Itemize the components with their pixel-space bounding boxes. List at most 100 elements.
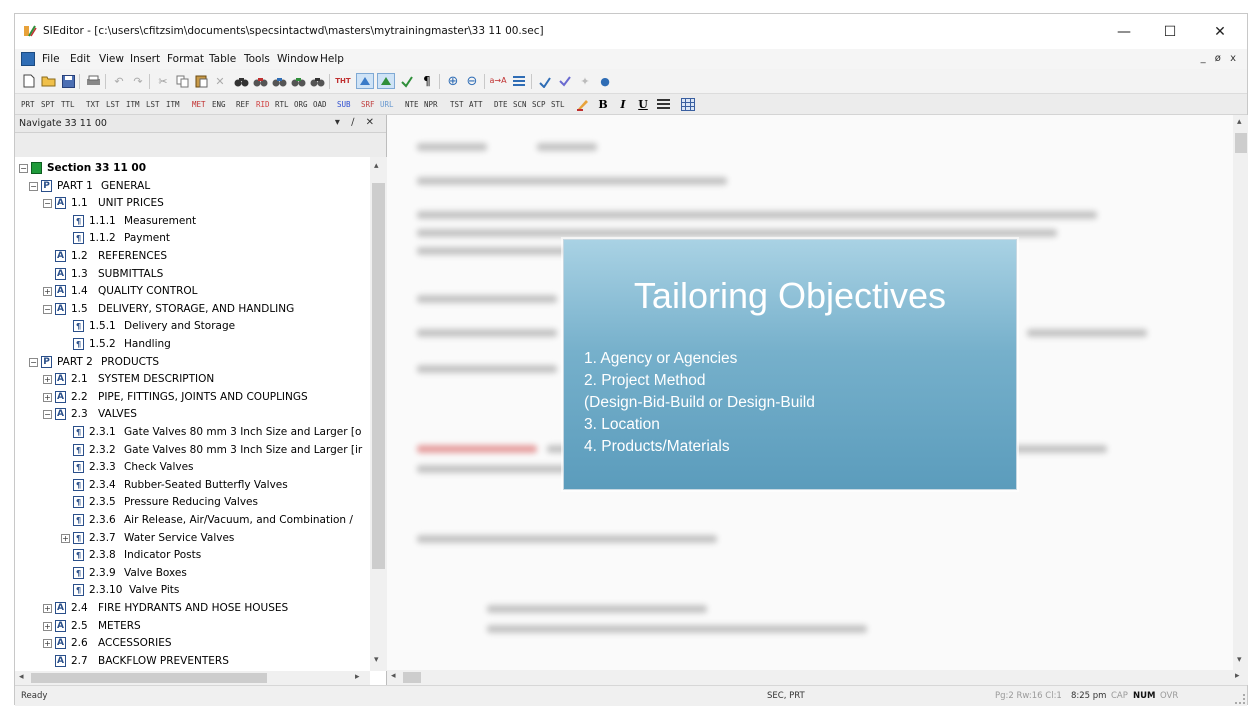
nav-scroll-thumb[interactable] xyxy=(372,183,385,569)
maximize-button[interactable]: ☐ xyxy=(1147,14,1193,49)
tag-ref[interactable]: REF xyxy=(236,100,250,109)
tree-node-para[interactable]: ¶ 1.5.1 Delivery and Storage xyxy=(15,318,370,335)
tree-node-para[interactable]: ¶ 1.1.1 Measurement xyxy=(15,213,370,230)
expand-icon[interactable]: + xyxy=(61,533,70,543)
doc-scroll-down-icon[interactable]: ▾ xyxy=(1237,655,1242,665)
tag-prt[interactable]: PRT xyxy=(21,100,35,109)
sort-icon[interactable]: a→A xyxy=(489,73,506,89)
tree-node-article[interactable]: + A 1.4 QUALITY CONTROL xyxy=(15,283,370,300)
tree-node-article[interactable]: A 2.7 BACKFLOW PREVENTERS xyxy=(15,653,370,670)
tag-dte[interactable]: DTE xyxy=(494,100,508,109)
tree-node-para[interactable]: ¶ 2.3.9 Valve Boxes xyxy=(15,565,370,582)
text-mode-icon[interactable]: THT xyxy=(335,73,351,89)
nav-vertical-scrollbar[interactable]: ▴ ▾ xyxy=(370,157,387,671)
copy-icon[interactable] xyxy=(174,73,190,89)
menu-format[interactable]: Format xyxy=(167,53,204,65)
undo-icon[interactable]: ↶ xyxy=(111,73,127,89)
tag-edit-icon[interactable] xyxy=(377,73,395,89)
tree-node-part[interactable]: − P PART 2 PRODUCTS xyxy=(15,354,370,371)
scroll-left-icon[interactable]: ◂ xyxy=(19,672,24,682)
zoom-out-icon[interactable]: ⊖ xyxy=(464,73,480,89)
tree-node-article[interactable]: A 1.2 REFERENCES xyxy=(15,248,370,265)
tree-node-para[interactable]: ¶ 1.5.2 Handling xyxy=(15,336,370,353)
tree-node-para[interactable]: ¶ 2.3.5 Pressure Reducing Valves xyxy=(15,494,370,511)
tree-node-section[interactable]: − Section 33 11 00 xyxy=(15,160,370,177)
find-icon[interactable] xyxy=(233,73,249,89)
tag-ttl[interactable]: TTL xyxy=(61,100,75,109)
find-next-icon[interactable] xyxy=(252,73,268,89)
spell-abc-icon[interactable] xyxy=(537,73,553,89)
collapse-icon[interactable]: − xyxy=(43,199,52,209)
add-icon[interactable]: ✦ xyxy=(577,73,593,89)
menu-edit[interactable]: Edit xyxy=(70,53,90,65)
tree-node-para[interactable]: ¶ 2.3.1 Gate Valves 80 mm 3 Inch Size and … xyxy=(15,424,370,441)
collapse-icon[interactable]: − xyxy=(19,164,28,173)
redo-icon[interactable]: ↷ xyxy=(130,73,146,89)
menu-help[interactable]: Help xyxy=(320,53,344,65)
new-file-icon[interactable] xyxy=(21,73,37,89)
tree-node-article[interactable]: A 1.3 SUBMITTALS xyxy=(15,266,370,283)
expand-icon[interactable]: + xyxy=(43,621,52,631)
tag-lst-2[interactable]: LST xyxy=(146,100,160,109)
document-icon[interactable] xyxy=(21,52,35,66)
help-icon[interactable]: ● xyxy=(597,73,613,89)
tree-node-article[interactable]: − A 1.1 UNIT PRICES xyxy=(15,195,370,212)
tree-node-para[interactable]: ¶ 1.1.2 Payment xyxy=(15,230,370,247)
tree-node-part[interactable]: − P PART 1 GENERAL xyxy=(15,178,370,195)
tag-rid[interactable]: RID xyxy=(256,100,270,109)
open-folder-icon[interactable] xyxy=(40,73,56,89)
tag-oad[interactable]: OAD xyxy=(313,100,327,109)
doc-hscroll-thumb[interactable] xyxy=(403,672,421,683)
expand-icon[interactable]: + xyxy=(43,375,52,385)
tag-spt[interactable]: SPT xyxy=(41,100,55,109)
table-grid-icon[interactable] xyxy=(680,96,696,112)
tag-org[interactable]: ORG xyxy=(294,100,308,109)
tag-view-icon[interactable] xyxy=(356,73,374,89)
menu-table[interactable]: Table xyxy=(209,53,236,65)
tree-node-para[interactable]: ¶ 2.3.8 Indicator Posts xyxy=(15,547,370,564)
pane-controls[interactable]: ▾ ∕ ✕ xyxy=(335,117,378,128)
align-icon[interactable] xyxy=(655,96,671,112)
tag-rtl[interactable]: RTL xyxy=(275,100,289,109)
tag-scn[interactable]: SCN xyxy=(513,100,527,109)
collapse-icon[interactable]: − xyxy=(43,410,52,420)
tree-node-article[interactable]: − A 1.5 DELIVERY, STORAGE, AND HANDLING xyxy=(15,301,370,318)
cut-icon[interactable]: ✂ xyxy=(155,73,171,89)
close-button[interactable]: ✕ xyxy=(1197,14,1243,49)
nav-hscroll-thumb[interactable] xyxy=(31,673,267,683)
pilcrow-icon[interactable]: ¶ xyxy=(419,73,435,89)
doc-scroll-left-icon[interactable]: ◂ xyxy=(391,671,396,681)
italic-icon[interactable]: I xyxy=(615,96,631,112)
scroll-right-icon[interactable]: ▸ xyxy=(355,672,360,682)
tree-node-para[interactable]: ¶ 2.3.6 Air Release, Air/Vacuum, and Combi… xyxy=(15,512,370,529)
zoom-in-icon[interactable]: ⊕ xyxy=(445,73,461,89)
menu-file[interactable]: File xyxy=(42,53,60,65)
document-horizontal-scrollbar[interactable]: ◂ ▸ xyxy=(387,670,1248,685)
tag-att[interactable]: ATT xyxy=(469,100,483,109)
paste-icon[interactable] xyxy=(193,73,209,89)
tree-node-article[interactable]: − A 2.3 VALVES xyxy=(15,406,370,423)
menu-tools[interactable]: Tools xyxy=(244,53,270,65)
outline-tree[interactable]: − Section 33 11 00− P PART 1 GENERAL − A 1.1 UNI… xyxy=(15,157,370,671)
tag-nte[interactable]: NTE xyxy=(405,100,419,109)
underline-icon[interactable]: U xyxy=(635,96,651,112)
spell-check-icon[interactable] xyxy=(557,73,573,89)
tree-node-para[interactable]: ¶ 2.3.10 Valve Pits xyxy=(15,582,370,599)
expand-icon[interactable]: + xyxy=(43,392,52,402)
document-vertical-scrollbar[interactable]: ▴ ▾ xyxy=(1233,115,1248,670)
spellcheck-icon[interactable] xyxy=(399,73,415,89)
tree-node-article[interactable]: + A 2.1 SYSTEM DESCRIPTION xyxy=(15,371,370,388)
tree-node-article[interactable]: + A 2.5 METERS xyxy=(15,618,370,635)
collapse-icon[interactable]: − xyxy=(29,357,38,367)
find-all-icon[interactable] xyxy=(309,73,325,89)
replace-icon[interactable] xyxy=(290,73,306,89)
tag-stl[interactable]: STL xyxy=(551,100,565,109)
tag-met[interactable]: MET xyxy=(192,100,206,109)
expand-icon[interactable]: + xyxy=(43,287,52,297)
scroll-up-icon[interactable]: ▴ xyxy=(374,161,379,171)
tag-lst[interactable]: LST xyxy=(106,100,120,109)
menu-view[interactable]: View xyxy=(99,53,124,65)
delete-icon[interactable]: ✕ xyxy=(212,73,228,89)
tag-itm[interactable]: ITM xyxy=(126,100,140,109)
collapse-icon[interactable]: − xyxy=(29,181,38,191)
